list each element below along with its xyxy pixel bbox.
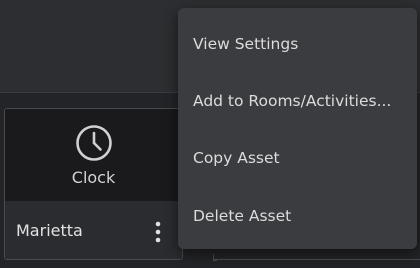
- menu-item-add-to-rooms[interactable]: Add to Rooms/Activities...: [178, 75, 417, 127]
- more-vertical-icon[interactable]: [151, 221, 165, 243]
- asset-card[interactable]: Clock Marietta: [4, 108, 183, 260]
- asset-card-footer: Marietta: [5, 201, 182, 259]
- asset-context-menu: View Settings Add to Rooms/Activities...…: [178, 8, 417, 249]
- clock-icon: [76, 125, 112, 161]
- menu-item-view-settings[interactable]: View Settings: [178, 18, 417, 70]
- menu-item-copy-asset[interactable]: Copy Asset: [178, 132, 417, 184]
- menu-item-delete-asset[interactable]: Delete Asset: [178, 190, 417, 242]
- asset-type-label: Clock: [71, 168, 116, 187]
- asset-name: Marietta: [16, 221, 83, 240]
- second-asset-card-border: [213, 259, 420, 260]
- asset-thumbnail[interactable]: Clock: [5, 109, 182, 201]
